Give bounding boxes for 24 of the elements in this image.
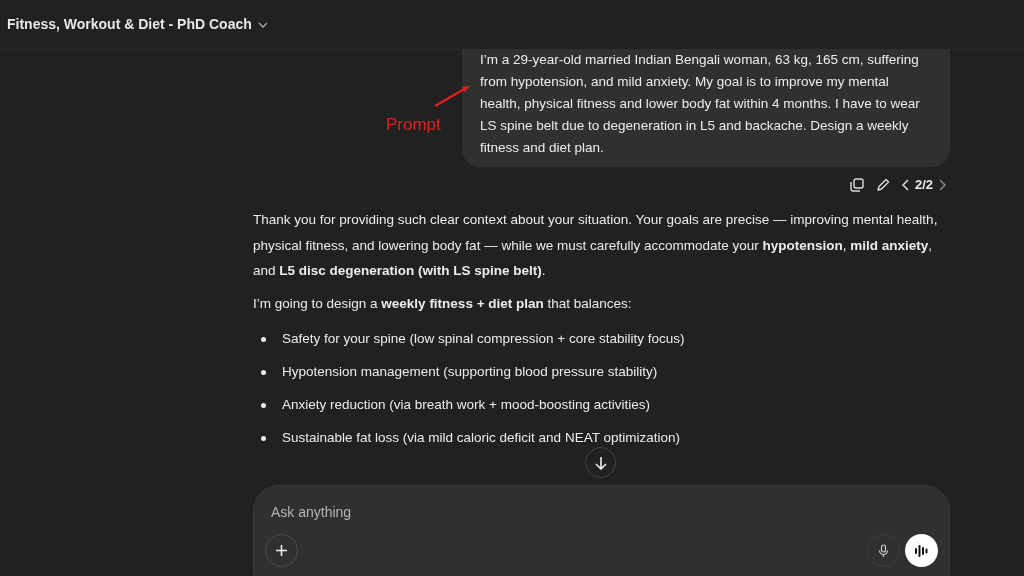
message-input[interactable]: Ask anything [271, 500, 831, 524]
bullet-text: Sustainable fat loss (via mild caloric deficit and NEAT optimization) [282, 429, 680, 448]
version-counter: 2/2 [914, 176, 933, 195]
message-composer[interactable]: Ask anything [253, 485, 950, 576]
user-message: I’m a 29-year-old married Indian Bengali woman, 63 kg, 165 cm, suffering from hypotension, and mild anxiety. My goal is to improve my mental health, physical fitness and lower body fat within 4 months. I have to wear LS spine belt due to degeneration in L5 and backache. Design a weekly fitness and diet plan. [462, 49, 950, 167]
plus-icon [275, 544, 288, 557]
sound-wave-icon [913, 543, 930, 558]
edit-pencil-icon[interactable] [875, 178, 890, 192]
annotation-label: Prompt [386, 114, 441, 136]
chat-title[interactable]: Fitness, Workout & Diet - PhD Coach [7, 14, 252, 35]
response-paragraph: I’m going to design a weekly fitness + diet plan that balances: [253, 294, 633, 313]
bullet-text: Hypotension management (supporting blood pressure stability) [282, 363, 658, 382]
scroll-down-button[interactable] [585, 447, 616, 478]
chevron-down-icon[interactable] [257, 21, 268, 28]
bullet-text: Anxiety reduction (via breath work + mood-boosting activities) [282, 396, 651, 415]
microphone-icon [878, 543, 889, 558]
copy-icon[interactable] [849, 178, 864, 192]
previous-icon[interactable] [901, 179, 909, 191]
response-paragraph: Thank you for providing such clear context about your situation. Your goals are precise — improving mental health, physical fitness, and lowering body fat — while we must carefully accommodate your hypotension, mild anxiety, and L5 disc degeneration (with LS spine belt). [253, 211, 939, 280]
arrow-down-icon [594, 455, 607, 470]
voice-mode-button[interactable] [905, 534, 938, 567]
bullet-text: Safety for your spine (low spinal compression + core stability focus) [282, 330, 685, 349]
next-icon[interactable] [939, 179, 946, 191]
annotation-arrow [433, 84, 471, 108]
